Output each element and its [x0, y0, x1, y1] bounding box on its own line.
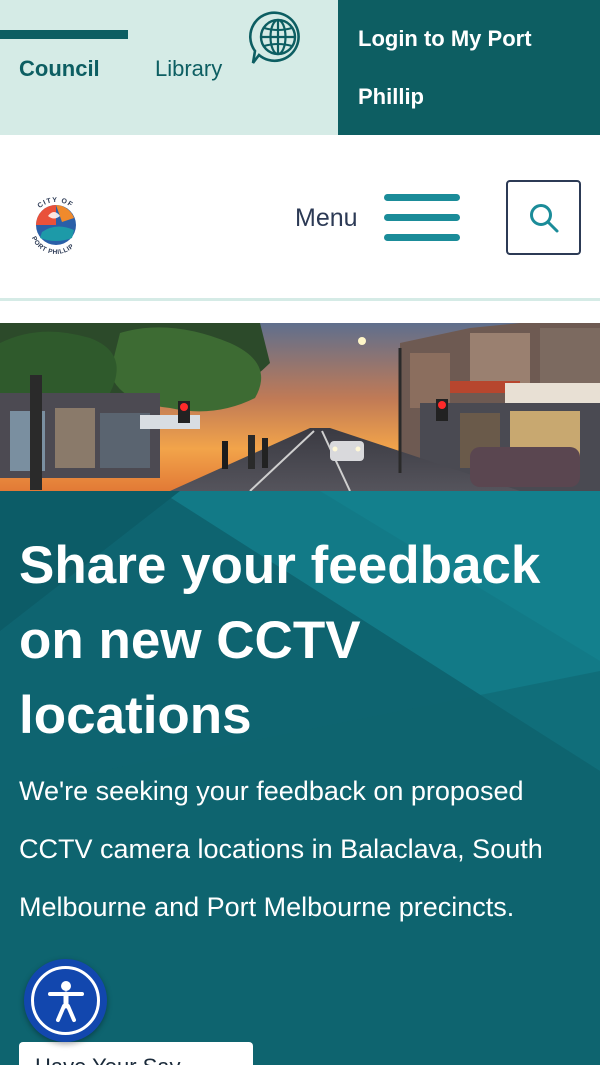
login-my-port-phillip-link[interactable]: Login to My Port Phillip — [338, 0, 600, 135]
port-phillip-logo[interactable]: CITY OF PORT PHILLIP — [22, 192, 90, 260]
accessibility-person-icon — [47, 980, 84, 1022]
feature-description: We're seeking your feedback on proposed … — [19, 776, 543, 922]
hamburger-icon[interactable] — [384, 194, 460, 242]
feature-title: Share your feedback on new CCTV location… — [19, 536, 541, 745]
header-divider — [0, 298, 600, 301]
accessibility-button[interactable] — [24, 959, 107, 1042]
menu-label[interactable]: Menu — [295, 203, 358, 233]
tab-council[interactable]: Council — [19, 55, 100, 83]
tab-library[interactable]: Library — [155, 55, 222, 83]
globe-chat-icon[interactable] — [247, 9, 309, 67]
have-your-say-button[interactable]: Have Your Say → — [19, 1042, 253, 1065]
search-icon — [529, 203, 558, 232]
hero-street-photo — [0, 323, 600, 491]
site-header: CITY OF PORT PHILLIP Menu — [0, 135, 600, 301]
active-tab-indicator — [0, 30, 128, 39]
search-button[interactable] — [506, 180, 581, 255]
